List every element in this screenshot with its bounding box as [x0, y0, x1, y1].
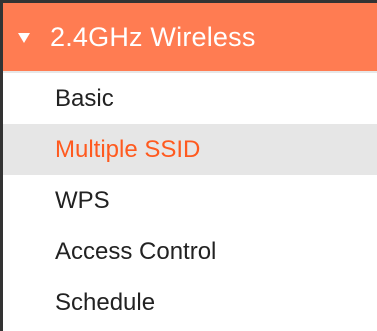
- submenu-list: Basic Multiple SSID WPS Access Control S…: [3, 73, 377, 328]
- triangle-down-icon[interactable]: [18, 33, 30, 43]
- menu-item-basic[interactable]: Basic: [3, 73, 377, 124]
- menu-item-schedule[interactable]: Schedule: [3, 277, 377, 328]
- menu-section-title: 2.4GHz Wireless: [50, 21, 256, 52]
- menu-item-multiple-ssid[interactable]: Multiple SSID: [3, 124, 377, 175]
- wireless-sidebar-menu: 2.4GHz Wireless Basic Multiple SSID WPS …: [0, 0, 377, 331]
- menu-section-header[interactable]: 2.4GHz Wireless: [3, 3, 377, 73]
- menu-item-access-control[interactable]: Access Control: [3, 226, 377, 277]
- menu-item-wps[interactable]: WPS: [3, 175, 377, 226]
